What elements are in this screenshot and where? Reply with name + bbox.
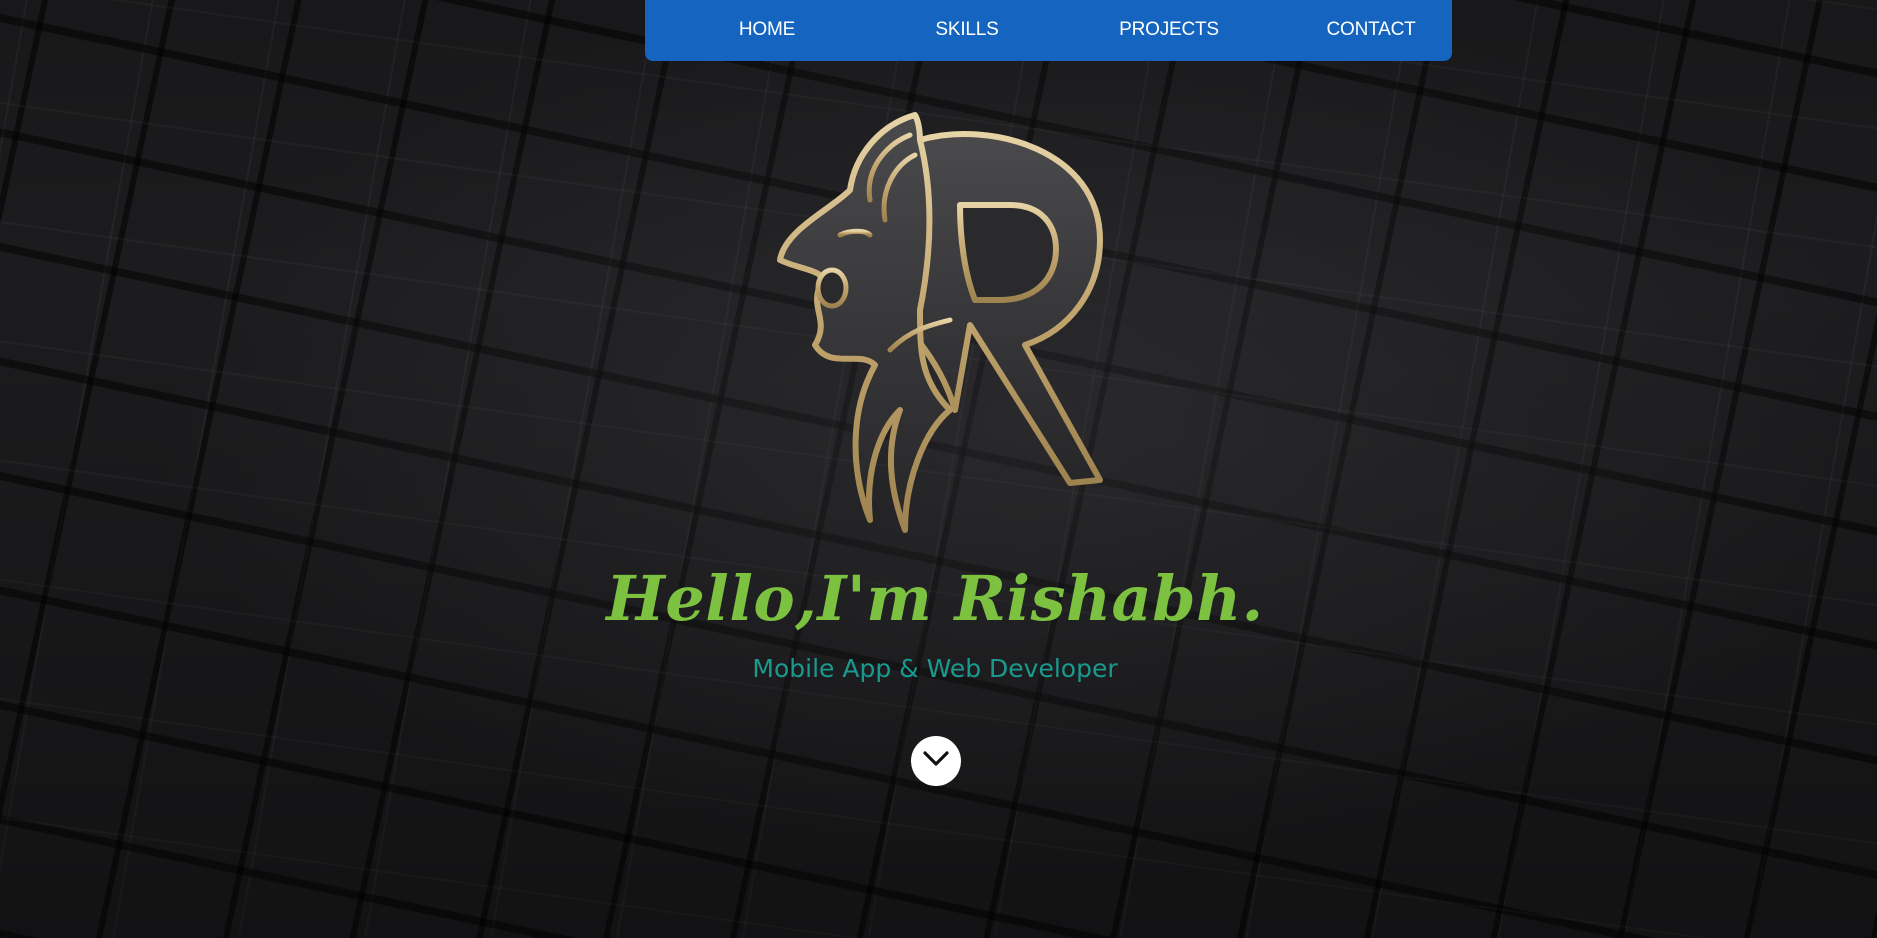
top-navigation: HOME SKILLS PROJECTS CONTACT xyxy=(645,0,1452,61)
scroll-down-button[interactable] xyxy=(911,736,961,786)
nav-skills[interactable]: SKILLS xyxy=(887,18,1047,42)
hero-greeting: Hello,I'm Rishabh. xyxy=(606,562,1264,635)
nav-projects[interactable]: PROJECTS xyxy=(1089,18,1249,42)
nav-contact[interactable]: CONTACT xyxy=(1291,18,1451,42)
hero-subtitle: Mobile App & Web Developer xyxy=(752,654,1118,683)
chevron-down-icon xyxy=(922,750,950,773)
lion-r-logo-icon xyxy=(770,110,1110,580)
nav-home[interactable]: HOME xyxy=(687,18,847,42)
